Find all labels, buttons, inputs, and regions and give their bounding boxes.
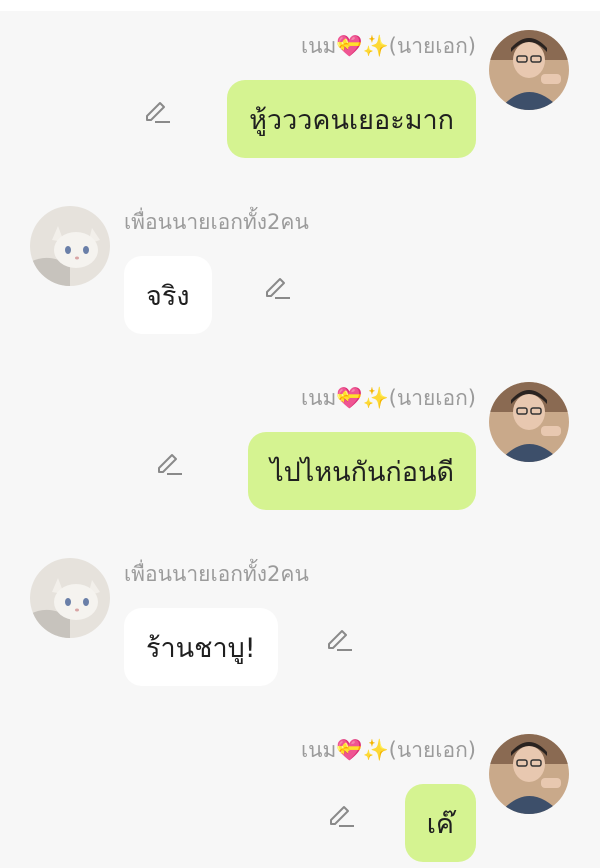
message-text: เค๊	[426, 808, 454, 840]
boy-photo-avatar[interactable]	[489, 30, 569, 110]
pencil-edit-icon[interactable]	[262, 272, 292, 302]
sender-name: เพื่อนนายเอกทั้ง2คน	[124, 210, 309, 234]
message-text: ไปไหนกันก่อนดี	[270, 456, 454, 488]
sender-name: เนม💝✨(นายเอก)	[300, 386, 476, 410]
boy-photo-avatar[interactable]	[489, 734, 569, 814]
message-row: เพื่อนนายเอกทั้ง2คน ร้านชาบู!	[0, 554, 600, 734]
message-text: ร้านชาบู!	[146, 632, 256, 664]
message-row: เพื่อนนายเอกทั้ง2คน จริง	[0, 202, 600, 382]
message-row: เนม💝✨(นายเอก) หู้วววคนเยอะมาก	[0, 28, 600, 208]
message-text: หู้วววคนเยอะมาก	[249, 104, 454, 136]
message-bubble[interactable]: หู้วววคนเยอะมาก	[227, 80, 476, 158]
pencil-edit-icon[interactable]	[324, 624, 354, 654]
pencil-edit-icon[interactable]	[326, 800, 356, 830]
sender-name: เนม💝✨(นายเอก)	[300, 738, 476, 762]
message-bubble[interactable]: เค๊	[404, 784, 476, 862]
pencil-edit-icon[interactable]	[154, 448, 184, 478]
boy-photo-avatar[interactable]	[489, 382, 569, 462]
message-text: จริง	[146, 280, 190, 312]
white-cat-avatar[interactable]	[30, 206, 110, 286]
sender-name: เนม💝✨(นายเอก)	[300, 34, 476, 58]
top-divider	[0, 0, 600, 11]
pencil-edit-icon[interactable]	[142, 96, 172, 126]
message-bubble[interactable]: ไปไหนกันก่อนดี	[248, 432, 476, 510]
sender-name: เพื่อนนายเอกทั้ง2คน	[124, 562, 309, 586]
white-cat-avatar[interactable]	[30, 558, 110, 638]
message-bubble[interactable]: ร้านชาบู!	[124, 608, 278, 686]
message-row: เนม💝✨(นายเอก) ไปไหนกันก่อนดี	[0, 380, 600, 560]
message-bubble[interactable]: จริง	[124, 256, 212, 334]
message-row: เนม💝✨(นายเอก) เค๊	[0, 732, 600, 868]
